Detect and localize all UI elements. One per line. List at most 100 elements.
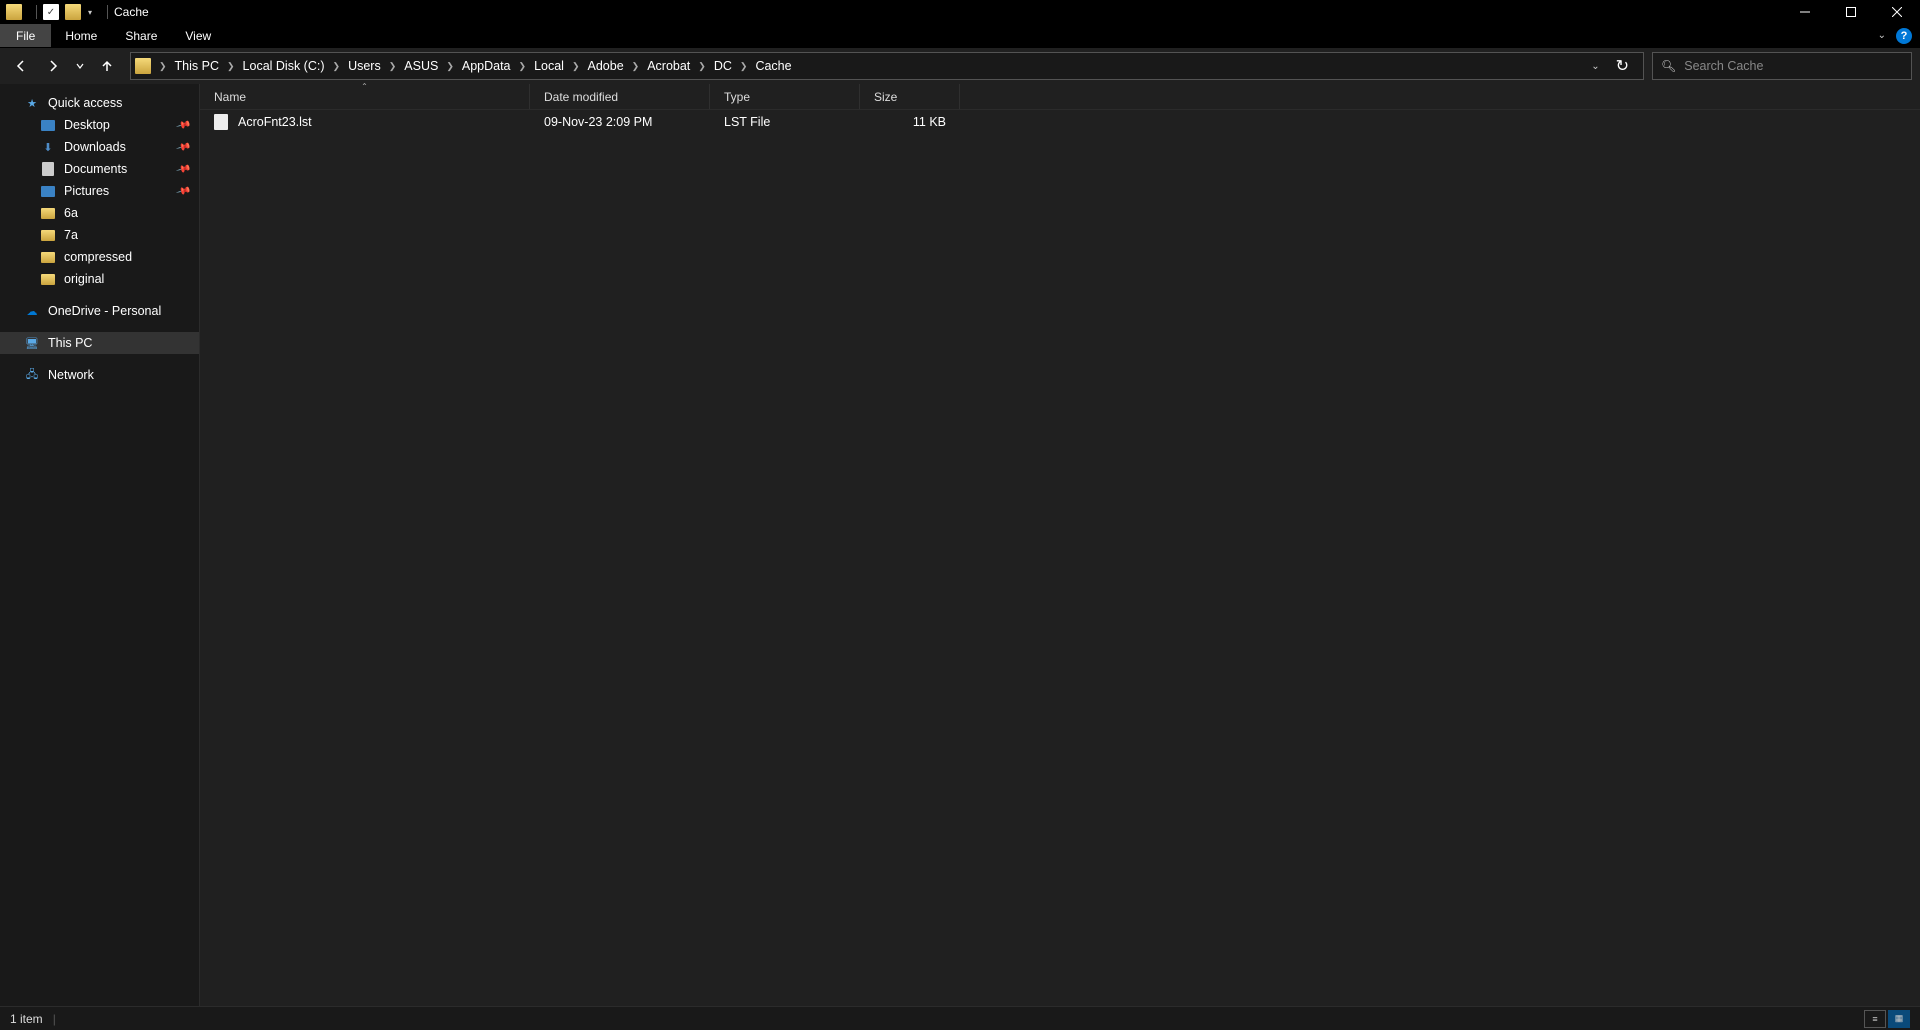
sidebar-item-downloads[interactable]: ⬇ Downloads 📌 (0, 136, 199, 158)
title-bar: ✓ ▾ Cache (0, 0, 1920, 24)
maximize-button[interactable] (1828, 0, 1874, 24)
sidebar-item-label: compressed (64, 250, 132, 264)
tab-home[interactable]: Home (51, 24, 111, 47)
sort-ascending-icon: ⌃ (361, 82, 368, 91)
downloads-icon: ⬇ (40, 139, 56, 155)
file-modified: 09-Nov-23 2:09 PM (530, 115, 710, 129)
sidebar-item-folder[interactable]: 6a (0, 202, 199, 224)
pictures-icon (41, 186, 55, 197)
tab-view[interactable]: View (171, 24, 225, 47)
breadcrumb-segment[interactable]: Users (342, 59, 387, 73)
main-area: ★ Quick access Desktop 📌 ⬇ Downloads 📌 D… (0, 84, 1920, 1006)
file-list-area: Name ⌃ Date modified Type Size AcroFnt23… (200, 84, 1920, 1006)
sidebar-item-quick-access[interactable]: ★ Quick access (0, 92, 199, 114)
column-header-label: Type (724, 90, 750, 104)
sidebar-item-label: This PC (48, 336, 92, 350)
desktop-icon (41, 120, 55, 131)
cloud-icon: ☁ (24, 303, 40, 319)
sidebar-item-label: 6a (64, 206, 78, 220)
sidebar-item-label: Downloads (64, 140, 126, 154)
column-header-label: Size (874, 90, 897, 104)
navigation-pane: ★ Quick access Desktop 📌 ⬇ Downloads 📌 D… (0, 84, 200, 1006)
title-divider-2 (107, 5, 108, 19)
sidebar-item-onedrive[interactable]: ☁ OneDrive - Personal (0, 300, 199, 322)
sidebar-item-label: original (64, 272, 104, 286)
sidebar-item-folder[interactable]: original (0, 268, 199, 290)
breadcrumb: ❯ This PC ❯ Local Disk (C:) ❯ Users ❯ AS… (157, 59, 1583, 73)
chevron-right-icon[interactable]: ❯ (570, 61, 582, 72)
column-header-type[interactable]: Type (710, 84, 860, 109)
ribbon-collapse-icon[interactable]: ⌄ (1878, 30, 1886, 41)
column-header-label: Name (214, 90, 246, 104)
pin-icon: 📌 (175, 161, 191, 177)
chevron-right-icon[interactable]: ❯ (738, 61, 750, 72)
refresh-button[interactable]: ↻ (1610, 52, 1635, 80)
chevron-right-icon[interactable]: ❯ (630, 61, 642, 72)
sidebar-item-label: 7a (64, 228, 78, 242)
column-header-modified[interactable]: Date modified (530, 84, 710, 109)
back-button[interactable] (6, 52, 36, 80)
forward-button[interactable] (38, 52, 68, 80)
folder-icon (41, 230, 55, 241)
sidebar-item-label: Network (48, 368, 94, 382)
chevron-right-icon[interactable]: ❯ (331, 61, 343, 72)
chevron-right-icon[interactable]: ❯ (517, 61, 529, 72)
file-row[interactable]: AcroFnt23.lst 09-Nov-23 2:09 PM LST File… (200, 110, 1920, 134)
status-item-count: 1 item (10, 1012, 43, 1026)
sidebar-item-folder[interactable]: 7a (0, 224, 199, 246)
breadcrumb-segment[interactable]: ASUS (398, 59, 444, 73)
chevron-right-icon[interactable]: ❯ (387, 61, 399, 72)
chevron-right-icon[interactable]: ❯ (444, 61, 456, 72)
sidebar-item-documents[interactable]: Documents 📌 (0, 158, 199, 180)
breadcrumb-segment[interactable]: Cache (749, 59, 797, 73)
qat-properties-icon[interactable]: ✓ (43, 4, 59, 20)
tab-share[interactable]: Share (111, 24, 171, 47)
breadcrumb-segment[interactable]: Local Disk (C:) (237, 59, 331, 73)
search-input[interactable] (1684, 59, 1903, 73)
chevron-right-icon[interactable]: ❯ (157, 61, 169, 72)
sidebar-item-network[interactable]: 🖧 Network (0, 364, 199, 386)
breadcrumb-segment[interactable]: Local (528, 59, 570, 73)
sidebar-item-desktop[interactable]: Desktop 📌 (0, 114, 199, 136)
pin-icon: 📌 (175, 139, 191, 155)
up-button[interactable] (92, 52, 122, 80)
sidebar-item-pictures[interactable]: Pictures 📌 (0, 180, 199, 202)
sidebar-item-folder[interactable]: compressed (0, 246, 199, 268)
sidebar-item-label: Desktop (64, 118, 110, 132)
column-header-name[interactable]: Name ⌃ (200, 84, 530, 109)
file-size: 11 KB (860, 115, 960, 129)
navigation-bar: ❯ This PC ❯ Local Disk (C:) ❯ Users ❯ AS… (0, 48, 1920, 84)
sidebar-item-this-pc[interactable]: 🖥 This PC (0, 332, 199, 354)
history-dropdown[interactable] (70, 52, 90, 80)
help-icon[interactable]: ? (1896, 28, 1912, 44)
file-name: AcroFnt23.lst (238, 115, 312, 129)
column-header-label: Date modified (544, 90, 618, 104)
chevron-right-icon[interactable]: ❯ (225, 61, 237, 72)
address-history-dropdown[interactable]: ⌄ (1587, 57, 1603, 76)
address-folder-icon (135, 58, 151, 74)
search-box[interactable]: 🔍︎ (1652, 52, 1912, 80)
network-icon: 🖧 (24, 367, 40, 383)
folder-icon (41, 274, 55, 285)
qat-customize-dropdown[interactable]: ▾ (85, 8, 95, 17)
breadcrumb-segment[interactable]: DC (708, 59, 738, 73)
breadcrumb-segment[interactable]: This PC (169, 59, 225, 73)
breadcrumb-segment[interactable]: AppData (456, 59, 517, 73)
view-details-button[interactable]: ≡ (1864, 1010, 1886, 1028)
sidebar-item-label: Quick access (48, 96, 122, 110)
qat-new-folder-icon[interactable] (65, 4, 81, 20)
column-header-size[interactable]: Size (860, 84, 960, 109)
folder-icon (41, 252, 55, 263)
app-folder-icon (6, 4, 22, 20)
view-large-icons-button[interactable]: ▦ (1888, 1010, 1910, 1028)
tab-file[interactable]: File (0, 24, 51, 47)
window-title: Cache (114, 5, 149, 19)
close-button[interactable] (1874, 0, 1920, 24)
address-bar[interactable]: ❯ This PC ❯ Local Disk (C:) ❯ Users ❯ AS… (130, 52, 1644, 80)
breadcrumb-segment[interactable]: Adobe (582, 59, 630, 73)
minimize-button[interactable] (1782, 0, 1828, 24)
sidebar-item-label: OneDrive - Personal (48, 304, 161, 318)
file-type: LST File (710, 115, 860, 129)
breadcrumb-segment[interactable]: Acrobat (641, 59, 696, 73)
chevron-right-icon[interactable]: ❯ (696, 61, 708, 72)
